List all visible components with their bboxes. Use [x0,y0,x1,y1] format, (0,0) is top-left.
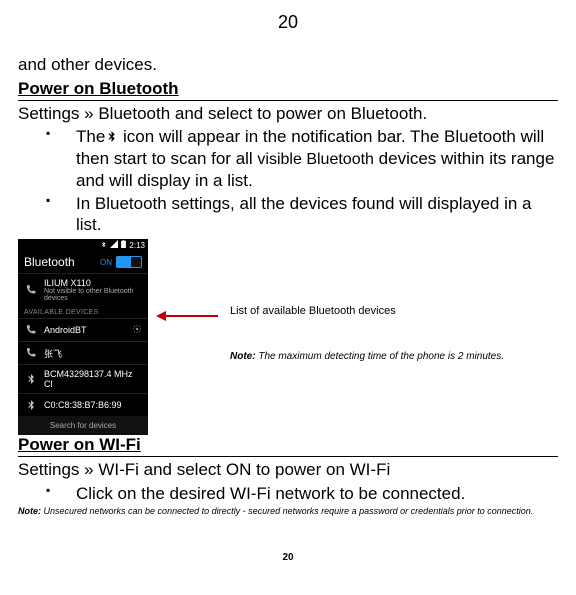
switch-icon [116,256,142,268]
available-label: AVAILABLE DEVICES [18,306,148,318]
arrow-head-icon [156,311,166,321]
page-number-bottom: 20 [18,552,558,563]
device-sublabel: Not visible to other Bluetooth devices [44,288,142,302]
status-bar: 2:13 [18,239,148,251]
bluetooth-device-icon [24,372,38,386]
device-row-3[interactable]: BCM43298137.4 MHz Cl [18,364,148,393]
wifi-bullet-list: Click on the desired WI-Fi network to be… [18,483,558,504]
gear-icon[interactable] [132,324,142,336]
battery-icon [121,240,126,250]
phone-icon [24,323,38,337]
device-text: ILIUM X110 Not visible to other Bluetoot… [44,278,142,302]
annotation-caption: List of available Bluetooth devices [230,305,396,317]
device-row-2[interactable]: 张飞 [18,341,148,364]
wifi-footnote: Note: Unsecured networks can be connecte… [18,506,558,516]
phone-screenshot: 2:13 Bluetooth ON ILIUM X110 Not visible… [18,239,148,435]
device-name: 张飞 [44,347,62,360]
page: 20 and other devices. Power on Bluetooth… [0,0,576,577]
screenshot-row: 2:13 Bluetooth ON ILIUM X110 Not visible… [18,239,558,435]
device-name: AndroidBT [44,325,87,335]
bluetooth-header-label: Bluetooth [24,255,75,269]
section-title-bluetooth: Power on Bluetooth [18,79,558,101]
intro-line: and other devices. [18,55,558,75]
device-name: C0:C8:38:B7:B6:99 [44,400,122,410]
page-number-top: 20 [18,12,558,33]
wifi-bullet-1: Click on the desired WI-Fi network to be… [18,483,558,504]
device-name: ILIUM X110 [44,278,142,288]
note-label: Note: [230,351,256,362]
bullet-text-small: visible Bluetooth [257,151,374,168]
wifi-path: Settings » WI-Fi and select ON to power … [18,459,558,480]
arrow-annotation [156,311,218,321]
bluetooth-icon [105,127,118,146]
phone-icon [24,283,38,297]
clock-text: 2:13 [129,241,145,250]
note-label: Note: [18,506,41,516]
toggle-label: ON [100,258,112,267]
bluetooth-bullet-2: In Bluetooth settings, all the devices f… [18,193,558,236]
bluetooth-bullet-list: The icon will appear in the notification… [18,126,558,235]
search-button[interactable]: Search for devices [18,416,148,435]
signal-icon [110,240,118,250]
bullet-text: The [76,127,105,146]
device-name: BCM43298137.4 MHz Cl [44,369,142,389]
device-self-row[interactable]: ILIUM X110 Not visible to other Bluetoot… [18,273,148,306]
bluetooth-path: Settings » Bluetooth and select to power… [18,103,558,124]
arrow-line-icon [166,315,218,317]
bluetooth-status-icon [100,241,107,250]
bluetooth-device-icon [24,398,38,412]
note-body: The maximum detecting time of the phone … [256,351,504,362]
phone-icon [24,346,38,360]
device-row-4[interactable]: C0:C8:38:B7:B6:99 [18,393,148,416]
bluetooth-bullet-1: The icon will appear in the notification… [18,126,558,191]
bluetooth-toggle[interactable]: ON [100,256,142,268]
device-row-1[interactable]: AndroidBT [18,318,148,341]
annotation-note: Note: The maximum detecting time of the … [230,351,504,363]
bluetooth-header-row: Bluetooth ON [18,251,148,273]
section-title-wifi: Power on WI-Fi [18,435,558,457]
note-body: Unsecured networks can be connected to d… [41,506,533,516]
